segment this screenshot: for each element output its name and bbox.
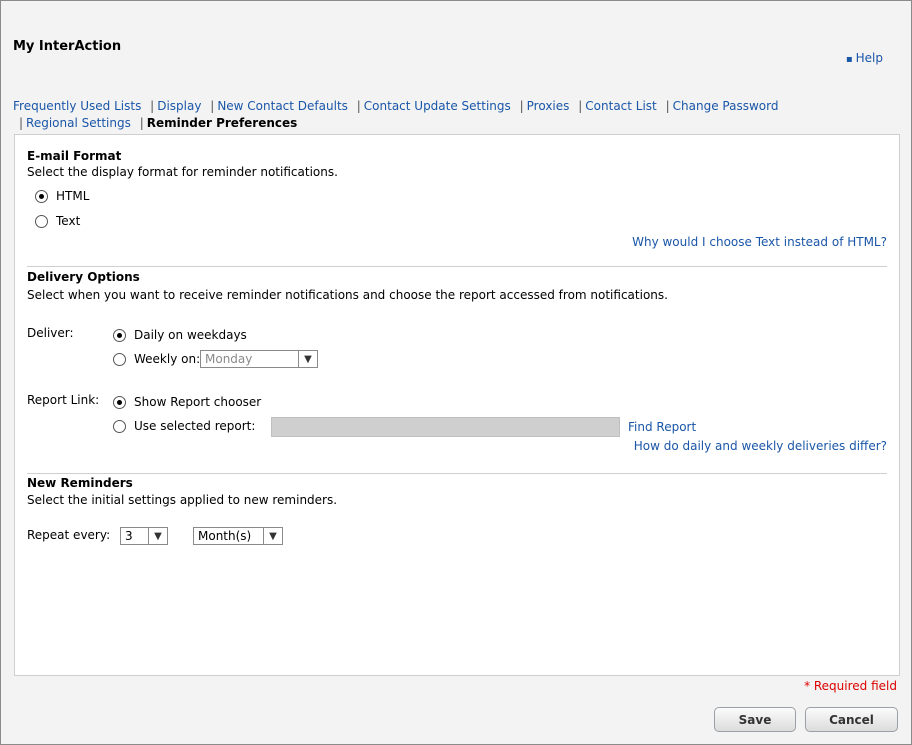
radio-button[interactable] xyxy=(35,214,48,228)
tab-contact-list[interactable]: Contact List xyxy=(585,99,656,113)
tab-separator: | xyxy=(150,99,155,113)
tab-separator: | xyxy=(578,99,583,113)
tab-separator: | xyxy=(139,116,144,130)
radio-text[interactable]: Text xyxy=(35,214,80,228)
radio-weekly-on[interactable]: Weekly on: xyxy=(113,352,200,366)
delivery-options-title: Delivery Options xyxy=(27,270,140,284)
why-text-link[interactable]: Why would I choose Text instead of HTML? xyxy=(632,235,887,249)
tab-strip: Frequently Used Lists | Display | New Cont… xyxy=(13,99,778,113)
delivery-differ-link[interactable]: How do daily and weekly deliveries diffe… xyxy=(634,439,887,453)
radio-show-report-chooser[interactable]: Show Report chooser xyxy=(113,395,261,409)
tab-separator: | xyxy=(210,99,215,113)
weekday-select-value: Monday xyxy=(205,352,253,366)
tab-frequently-used-lists[interactable]: Frequently Used Lists xyxy=(13,99,141,113)
tab-strip-row2: | Regional Settings | Reminder Preferences xyxy=(19,116,297,130)
repeat-count-value: 3 xyxy=(125,529,133,543)
email-format-title: E-mail Format xyxy=(27,149,122,163)
repeat-count-select[interactable]: 3 ▼ xyxy=(120,527,168,545)
radio-text-label: Text xyxy=(56,214,81,228)
tab-separator: | xyxy=(19,116,24,130)
help-link-label[interactable]: Help xyxy=(856,51,883,65)
radio-button[interactable] xyxy=(113,395,126,409)
page-title: My InterAction xyxy=(13,39,122,54)
find-report-link[interactable]: Find Report xyxy=(628,420,696,434)
radio-weekly-label: Weekly on: xyxy=(134,352,201,366)
radio-button[interactable] xyxy=(113,328,126,342)
tab-new-contact-defaults[interactable]: New Contact Defaults xyxy=(217,99,348,113)
radio-html-label: HTML xyxy=(56,189,90,203)
radio-daily-weekdays[interactable]: Daily on weekdays xyxy=(113,328,247,342)
email-format-description: Select the display format for reminder n… xyxy=(27,165,338,179)
weekday-select[interactable]: Monday ▼ xyxy=(200,350,318,368)
preferences-window: My InterAction ▪ Help Frequently Used Lis… xyxy=(0,0,912,745)
report-link-label: Report Link: xyxy=(27,393,100,407)
radio-html[interactable]: HTML xyxy=(35,189,89,203)
new-reminders-description: Select the initial settings applied to n… xyxy=(27,493,338,507)
divider xyxy=(27,266,887,267)
tab-change-password[interactable]: Change Password xyxy=(673,99,779,113)
delivery-options-description: Select when you want to receive reminder… xyxy=(27,288,668,302)
save-button[interactable]: Save xyxy=(714,707,796,732)
chevron-down-icon[interactable]: ▼ xyxy=(148,528,167,544)
preferences-panel: E-mail Format Select the display format … xyxy=(14,134,900,676)
divider xyxy=(27,473,887,474)
radio-use-selected-report[interactable]: Use selected report: xyxy=(113,419,255,433)
radio-button[interactable] xyxy=(113,352,126,366)
help-link[interactable]: ▪ Help xyxy=(846,51,883,65)
repeat-unit-value: Month(s) xyxy=(198,529,252,543)
repeat-every-label: Repeat every: xyxy=(27,528,111,542)
tab-separator: | xyxy=(356,99,361,113)
tab-proxies[interactable]: Proxies xyxy=(527,99,570,113)
tab-display[interactable]: Display xyxy=(157,99,201,113)
radio-daily-label: Daily on weekdays xyxy=(134,328,247,342)
tab-reminder-preferences[interactable]: Reminder Preferences xyxy=(147,116,298,130)
radio-button[interactable] xyxy=(35,189,48,203)
tab-separator: | xyxy=(665,99,670,113)
chevron-down-icon[interactable]: ▼ xyxy=(298,351,317,367)
deliver-label: Deliver: xyxy=(27,326,74,340)
bullet-icon: ▪ xyxy=(845,54,853,65)
new-reminders-title: New Reminders xyxy=(27,476,133,490)
required-field-note: * Required field xyxy=(804,679,897,693)
tab-contact-update-settings[interactable]: Contact Update Settings xyxy=(364,99,511,113)
radio-button[interactable] xyxy=(113,419,126,433)
radio-use-selected-label: Use selected report: xyxy=(134,419,256,433)
chevron-down-icon[interactable]: ▼ xyxy=(263,528,282,544)
radio-show-report-label: Show Report chooser xyxy=(134,395,262,409)
tab-separator: | xyxy=(519,99,524,113)
selected-report-field[interactable] xyxy=(271,417,620,437)
cancel-button[interactable]: Cancel xyxy=(805,707,898,732)
repeat-unit-select[interactable]: Month(s) ▼ xyxy=(193,527,283,545)
tab-regional-settings[interactable]: Regional Settings xyxy=(26,116,131,130)
